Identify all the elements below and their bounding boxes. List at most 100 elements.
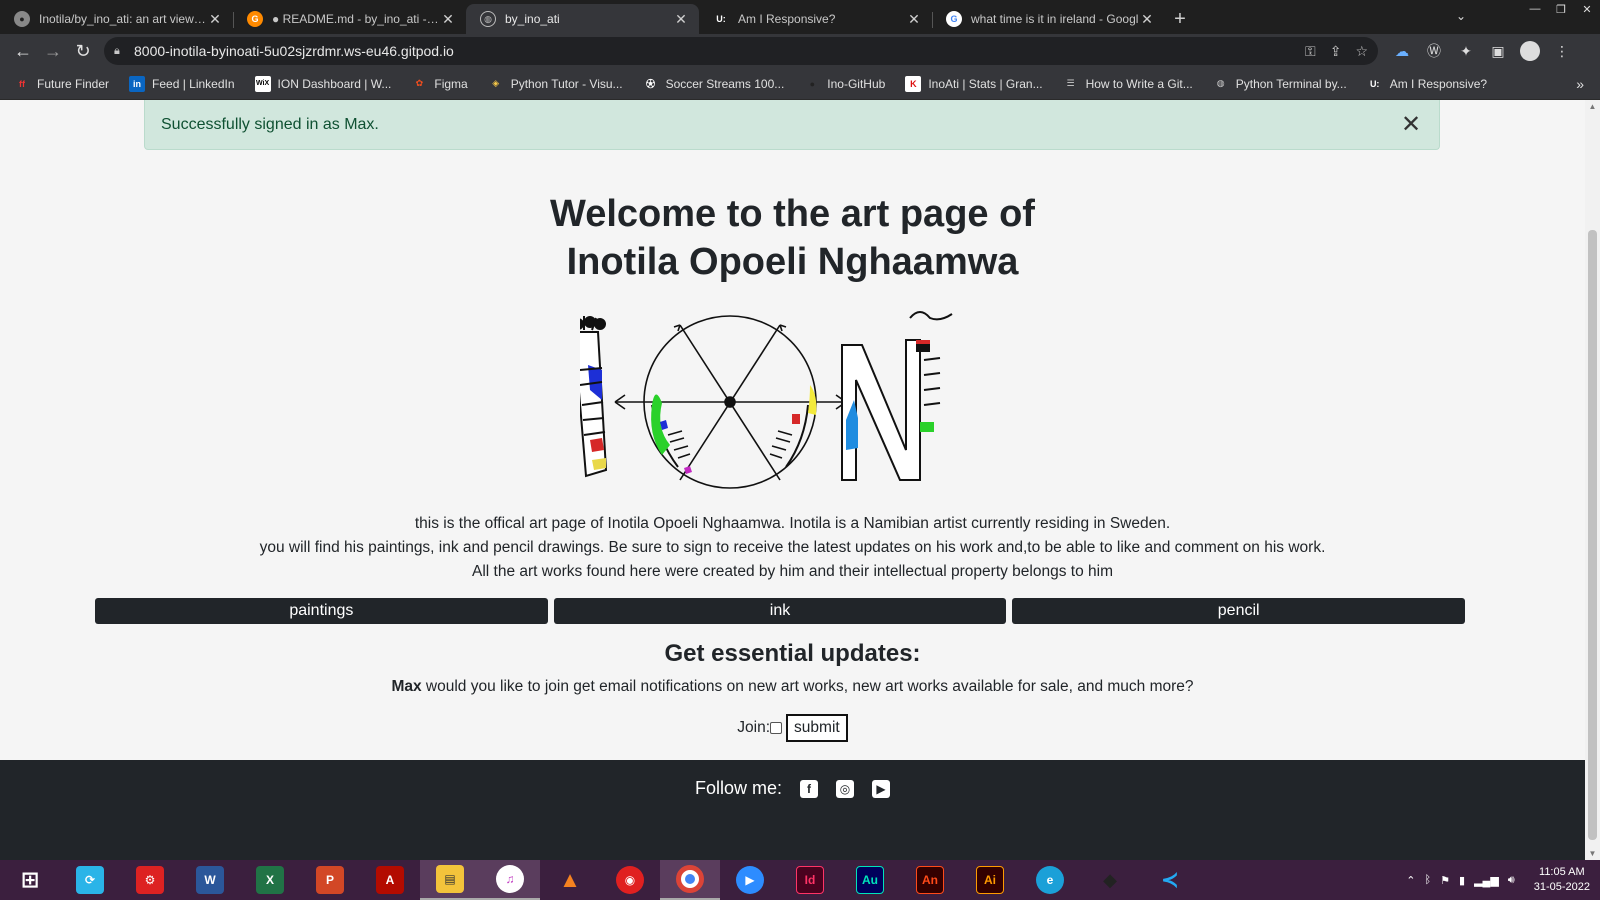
tab-gitpod[interactable]: G ● README.md - by_ino_ati - Gitp ✕ [233, 4, 466, 34]
forward-icon[interactable]: → [38, 36, 68, 66]
password-key-icon[interactable]: ⚿ [1305, 43, 1316, 60]
bookmark-python-tutor[interactable]: ◈ Python Tutor - Visu... [488, 76, 622, 92]
wifi-icon[interactable]: ▂▄▆ [1474, 874, 1499, 887]
scroll-up-icon[interactable]: ▲ [1585, 102, 1600, 111]
future-finder-icon: ff [19, 78, 25, 89]
taskbar-excel[interactable]: X [240, 860, 300, 900]
extensions-puzzle-icon[interactable]: ✦ [1456, 41, 1476, 61]
bookmark-ion-dashboard[interactable]: WiX ION Dashboard | W... [254, 75, 391, 92]
page-viewport: Successfully signed in as Max. ✕ Welcome… [0, 100, 1585, 860]
logo-letter-n [841, 311, 953, 481]
clock[interactable]: 11:05 AM 31-05-2022 [1534, 865, 1590, 895]
taskbar-cast[interactable]: ◉ [600, 860, 660, 900]
tab-by-ino-ati[interactable]: ◍ by_ino_ati ✕ [466, 4, 699, 34]
tray-overflow-icon[interactable]: ⌃ [1406, 874, 1415, 887]
taskbar-zoom[interactable]: ▶ [720, 860, 780, 900]
taskbar-edge[interactable]: e [1020, 860, 1080, 900]
menu-kebab-icon[interactable]: ⋮ [1552, 41, 1572, 61]
bookmark-future-finder[interactable]: ff Future Finder [14, 76, 109, 92]
close-icon[interactable]: ✕ [1399, 110, 1423, 139]
more-bookmarks-icon[interactable]: » [1576, 76, 1584, 92]
volume-icon[interactable]: 🔊︎ [1508, 874, 1515, 887]
taskbar-illustrator[interactable]: Ai [960, 860, 1020, 900]
taskbar-audition[interactable]: Au [840, 860, 900, 900]
store-icon: ⟳ [76, 866, 104, 894]
facebook-icon[interactable]: f [800, 779, 819, 798]
indesign-icon: Id [796, 866, 824, 894]
bookmark-label: Ino-GitHub [827, 76, 886, 91]
url-text[interactable]: 8000-inotila-byinoati-5u02sjzrdmr.ws-eu4… [134, 43, 1305, 59]
bookmark-star-icon[interactable]: ☆ [1355, 43, 1368, 60]
taskbar-store[interactable]: ⟳ [60, 860, 120, 900]
flag-icon[interactable]: ⚑ [1440, 874, 1450, 887]
minimize-icon[interactable]: — [1522, 0, 1548, 18]
bookmark-linkedin[interactable]: in Feed | LinkedIn [129, 75, 235, 92]
new-tab-button[interactable]: + [1165, 4, 1195, 34]
taskbar-file-explorer[interactable]: ▤ [420, 860, 480, 900]
start-button[interactable]: ⊞ [0, 860, 60, 900]
taskbar-terminal[interactable]: ◆ [1080, 860, 1140, 900]
bookmark-how-to-write-git[interactable]: ☰ How to Write a Git... [1063, 76, 1193, 92]
paintings-button[interactable]: paintings [95, 598, 548, 624]
close-icon[interactable]: ✕ [207, 11, 223, 28]
category-buttons: paintings ink pencil [95, 598, 1466, 624]
youtube-icon[interactable]: ▶ [872, 779, 891, 798]
bookmark-python-terminal[interactable]: ◍ Python Terminal by... [1213, 76, 1347, 92]
bookmark-label: Future Finder [37, 76, 110, 91]
taskbar-animate[interactable]: An [900, 860, 960, 900]
system-tray: ⌃ ᛒ ⚑ ▮ ▂▄▆ 🔊︎ 11:05 AM 31-05-2022 [1406, 860, 1590, 900]
bookmark-ino-github[interactable]: ● Ino-GitHub [804, 76, 886, 92]
join-form: Join: submit [0, 714, 1585, 742]
taskbar-indesign[interactable]: Id [780, 860, 840, 900]
intro-line-2: you will find his paintings, ink and pen… [259, 539, 1326, 556]
lock-icon[interactable]: 🔒︎ [114, 45, 134, 58]
close-icon[interactable]: ✕ [1139, 11, 1155, 28]
taskbar-word[interactable]: W [180, 860, 240, 900]
bookmark-figma[interactable]: ✿ Figma [411, 76, 468, 92]
taskbar-antivirus[interactable]: ⚙ [120, 860, 180, 900]
taskbar-acrobat[interactable]: A [360, 860, 420, 900]
k-icon: K [905, 75, 922, 92]
taskbar-powerpoint[interactable]: P [300, 860, 360, 900]
profile-avatar[interactable]: W [1520, 41, 1540, 61]
signin-alert: Successfully signed in as Max. ✕ [144, 100, 1440, 150]
battery-icon[interactable]: ▮ [1459, 874, 1465, 887]
ink-button[interactable]: ink [553, 598, 1007, 624]
cloud-extension-icon[interactable]: ☁ [1392, 41, 1412, 61]
close-window-icon[interactable]: ✕ [1574, 0, 1600, 18]
reload-icon[interactable]: ↻ [68, 36, 98, 66]
bookmark-soccer-streams[interactable]: ⚽︎ Soccer Streams 100... [643, 76, 784, 92]
scrollbar-thumb[interactable] [1588, 230, 1597, 840]
tab-am-i-responsive[interactable]: U: Am I Responsive? ✕ [699, 4, 932, 34]
close-icon[interactable]: ✕ [673, 11, 689, 28]
join-checkbox[interactable] [770, 722, 783, 734]
globe-icon: ◍ [480, 11, 496, 27]
bookmarks-bar: ff Future Finder in Feed | LinkedIn WiX ION… [0, 68, 1600, 100]
back-icon[interactable]: ← [8, 36, 38, 66]
share-icon[interactable]: ⇪ [1330, 43, 1342, 60]
cast-icon: ◉ [616, 866, 644, 894]
close-icon[interactable]: ✕ [440, 11, 456, 28]
scroll-down-icon[interactable]: ▼ [1585, 849, 1600, 858]
pencil-button[interactable]: pencil [1012, 598, 1466, 624]
side-panel-icon[interactable]: ▣ [1488, 41, 1508, 61]
tab-github[interactable]: ● Inotila/by_ino_ati: an art viewing ✕ [0, 4, 233, 34]
tab-search-icon[interactable]: ⌄ [1456, 9, 1466, 23]
restore-icon[interactable]: ❐ [1548, 0, 1574, 18]
instagram-icon[interactable]: ◎ [836, 779, 855, 798]
audition-icon: Au [856, 866, 884, 894]
tab-google[interactable]: G what time is it in ireland - Googl ✕ [932, 4, 1165, 34]
taskbar-vscode[interactable]: ≺ [1140, 860, 1200, 900]
taskbar-itunes[interactable]: ♫ [480, 860, 540, 900]
bluetooth-icon[interactable]: ᛒ [1425, 874, 1432, 886]
taskbar-vlc[interactable]: ▲ [540, 860, 600, 900]
w-extension-icon[interactable]: Ⓦ [1424, 41, 1444, 61]
title-line-1: Welcome to the art page of [550, 193, 1035, 235]
taskbar-chrome[interactable] [660, 860, 720, 900]
close-icon[interactable]: ✕ [906, 11, 922, 28]
bookmark-am-i-responsive[interactable]: U: Am I Responsive? [1367, 76, 1487, 92]
bookmark-inoati-stats[interactable]: K InoAti | Stats | Gran... [905, 75, 1043, 92]
page-scrollbar[interactable]: ▲ ▼ [1585, 100, 1600, 860]
address-bar[interactable]: 🔒︎ 8000-inotila-byinoati-5u02sjzrdmr.ws-… [104, 37, 1378, 65]
submit-button[interactable]: submit [786, 714, 848, 742]
